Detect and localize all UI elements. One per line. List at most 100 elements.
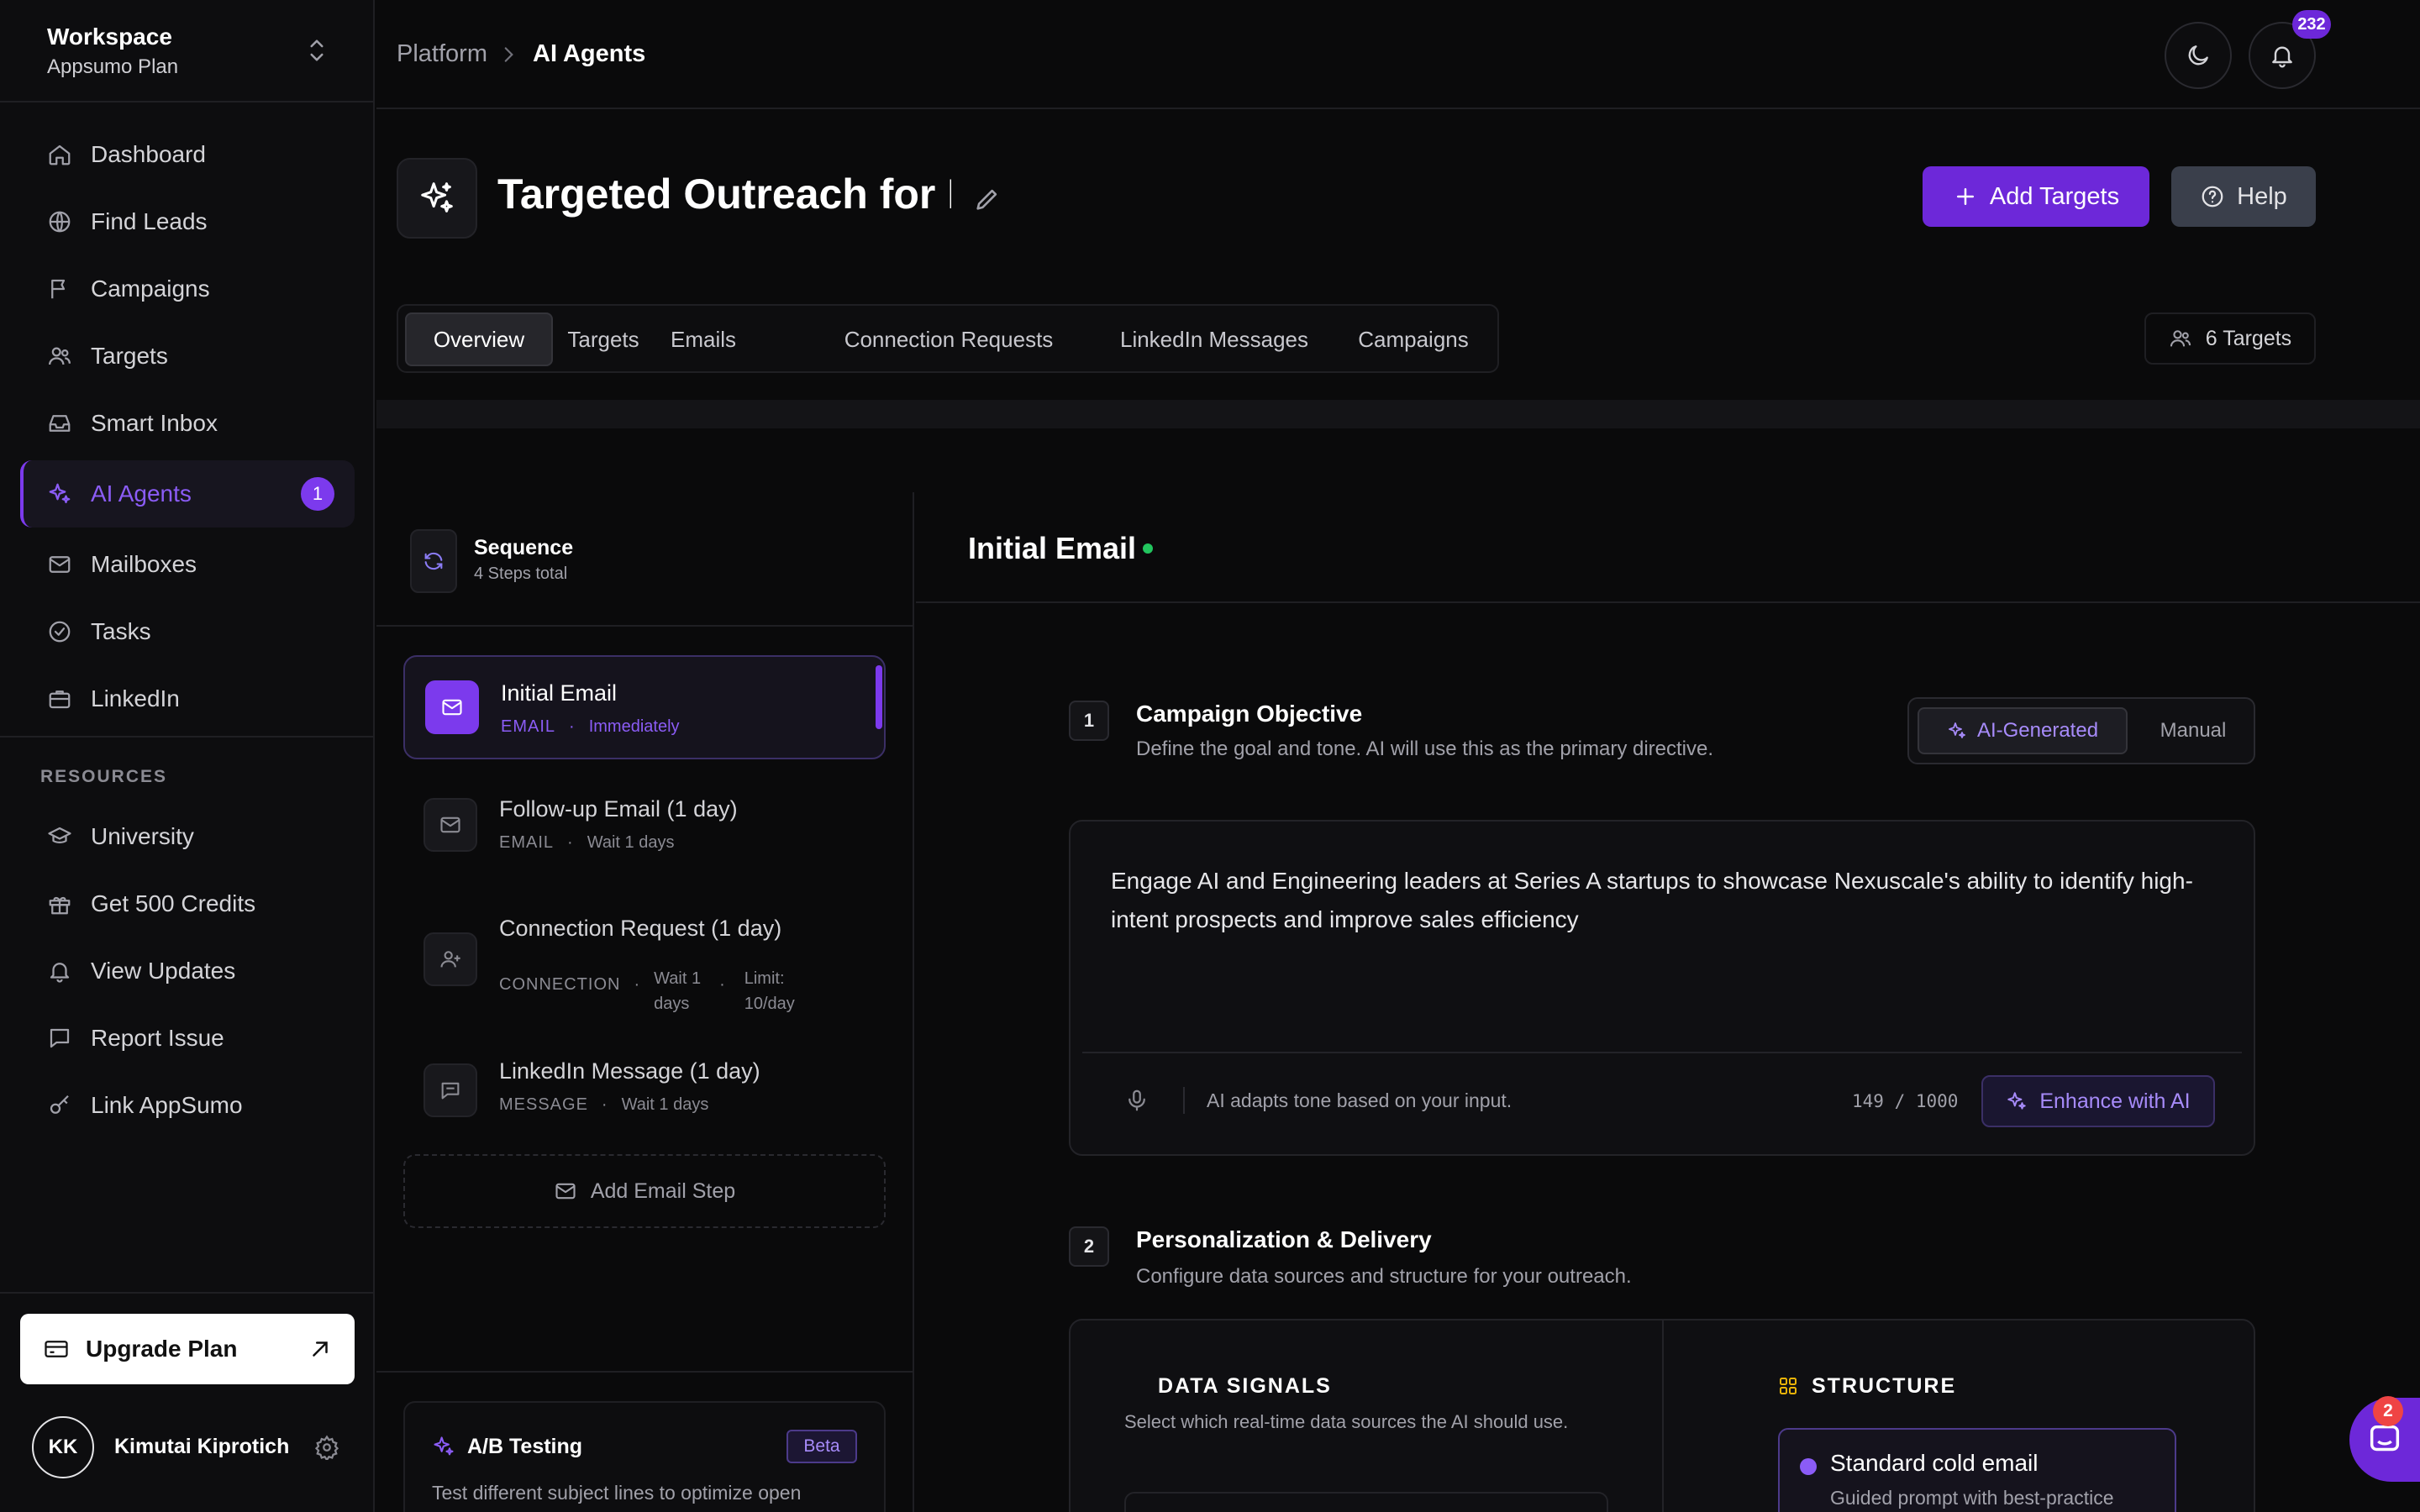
- upgrade-plan-button[interactable]: Upgrade Plan: [20, 1314, 355, 1384]
- personalization-subtitle: Configure data sources and structure for…: [1136, 1265, 1632, 1288]
- step-type: EMAIL: [499, 833, 555, 852]
- sequence-step-linkedin-message[interactable]: LinkedIn Message (1 day) MESSAGE · Wait 1 …: [403, 1042, 886, 1136]
- sidebar-item-mailboxes[interactable]: Mailboxes: [20, 533, 355, 596]
- divider: [1662, 1320, 1664, 1512]
- chevron-right-icon: [497, 44, 519, 66]
- step-title: Follow-up Email (1 day): [499, 796, 738, 822]
- sidebar-item-linkedin[interactable]: LinkedIn: [20, 667, 355, 731]
- enhance-label: Enhance with AI: [2039, 1089, 2191, 1113]
- sidebar-item-label: Report Issue: [91, 1025, 224, 1051]
- theme-toggle-button[interactable]: [2165, 22, 2232, 89]
- sidebar-item-find-leads[interactable]: Find Leads: [20, 190, 355, 254]
- campaign-objective-subtitle: Define the goal and tone. AI will use th…: [1136, 738, 1714, 760]
- radio-selected: [1800, 1458, 1817, 1475]
- sidebar-item-get-credits[interactable]: Get 500 Credits: [20, 872, 355, 936]
- bell-icon: [47, 958, 72, 984]
- sidebar-item-dashboard[interactable]: Dashboard: [20, 123, 355, 186]
- gear-icon[interactable]: [314, 1435, 339, 1460]
- step-timing: Immediately: [588, 717, 680, 736]
- add-targets-button[interactable]: Add Targets: [1923, 166, 2149, 227]
- status-indicator: [1143, 543, 1153, 554]
- message-icon: [424, 1063, 477, 1117]
- sidebar-item-view-updates[interactable]: View Updates: [20, 939, 355, 1003]
- step-timing-line: days: [654, 995, 690, 1013]
- tab-campaigns[interactable]: Campaigns: [1346, 312, 1481, 366]
- users-icon: [47, 344, 72, 369]
- chevrons-up-down-icon[interactable]: [304, 34, 329, 67]
- data-signals-title: DATA SIGNALS: [1158, 1374, 1332, 1398]
- sparkles-icon: [432, 1435, 455, 1458]
- sidebar-item-tasks[interactable]: Tasks: [20, 600, 355, 664]
- campaign-objective-title: Campaign Objective: [1136, 701, 1363, 727]
- sequence-title: Sequence: [474, 536, 574, 559]
- step-meta: MESSAGE · Wait 1 days: [499, 1095, 709, 1114]
- divider: [0, 101, 375, 102]
- objective-textarea[interactable]: Engage AI and Engineering leaders at Ser…: [1111, 862, 2220, 939]
- bell-icon: [2269, 42, 2296, 69]
- tab-targets[interactable]: Targets: [561, 312, 645, 366]
- structure-option-subtitle: Guided prompt with best-practice: [1830, 1487, 2114, 1509]
- divider: [1183, 1087, 1185, 1114]
- microphone-icon[interactable]: [1124, 1087, 1150, 1114]
- message-alert-icon: [47, 1026, 72, 1051]
- credit-card-icon: [44, 1336, 69, 1362]
- sidebar-item-smart-inbox[interactable]: Smart Inbox: [20, 391, 355, 455]
- step-type: MESSAGE: [499, 1095, 588, 1114]
- sequence-step-follow-up-email[interactable]: Follow-up Email (1 day) EMAIL · Wait 1 day…: [403, 778, 886, 879]
- divider: [916, 601, 2420, 603]
- tab-linkedin-messages[interactable]: LinkedIn Messages: [1109, 312, 1319, 366]
- notification-count-badge: 232: [2292, 10, 2331, 39]
- divider: [0, 1292, 375, 1294]
- sidebar-item-targets[interactable]: Targets: [20, 324, 355, 388]
- sidebar-item-link-appsumo[interactable]: Link AppSumo: [20, 1074, 355, 1137]
- step-meta: EMAIL · Immediately: [501, 717, 680, 736]
- tab-connection-requests[interactable]: Connection Requests: [835, 312, 1062, 366]
- divider: [0, 736, 375, 738]
- sidebar-item-label: Find Leads: [91, 208, 208, 234]
- sidebar-item-label: Smart Inbox: [91, 410, 218, 436]
- sparkles-icon: [47, 481, 72, 507]
- add-targets-label: Add Targets: [1989, 182, 2120, 210]
- breadcrumb-root[interactable]: Platform: [397, 40, 487, 68]
- sequence-step-initial-email[interactable]: Initial Email EMAIL · Immediately: [403, 655, 886, 759]
- sidebar-item-report-issue[interactable]: Report Issue: [20, 1006, 355, 1070]
- objective-mode-toggle: AI-Generated Manual: [1907, 697, 2255, 764]
- divider: [376, 1371, 914, 1373]
- chat-unread-badge: 2: [2373, 1396, 2403, 1426]
- tab-emails[interactable]: Emails: [657, 312, 750, 366]
- help-button[interactable]: Help: [2171, 166, 2316, 227]
- enhance-with-ai-button[interactable]: Enhance with AI: [1981, 1075, 2215, 1127]
- tab-overview[interactable]: Overview: [405, 312, 553, 366]
- help-label: Help: [2237, 182, 2287, 210]
- add-email-step-button[interactable]: Add Email Step: [403, 1154, 886, 1228]
- sidebar-item-ai-agents[interactable]: AI Agents 1: [20, 460, 355, 528]
- tab-bar: Overview Targets Emails Connection Reque…: [397, 304, 1499, 373]
- plus-icon: [1953, 184, 1990, 209]
- moon-icon: [2185, 42, 2212, 69]
- sparkles-icon: [2006, 1090, 2039, 1112]
- section-number: 1: [1069, 701, 1109, 741]
- sequence-step-connection-request[interactable]: Connection Request (1 day) CONNECTION · W…: [403, 897, 886, 1023]
- upgrade-plan-label: Upgrade Plan: [86, 1336, 238, 1362]
- inbox-icon: [47, 411, 72, 436]
- sidebar-item-campaigns[interactable]: Campaigns: [20, 257, 355, 321]
- manual-option[interactable]: Manual: [2141, 707, 2245, 754]
- mail-icon: [47, 552, 72, 577]
- targets-count-pill[interactable]: 6 Targets: [2144, 312, 2316, 365]
- sidebar-item-label: AI Agents: [91, 480, 192, 507]
- mail-icon: [424, 798, 477, 852]
- step-timing: Wait 1 days: [621, 1095, 709, 1114]
- avatar[interactable]: KK: [32, 1416, 94, 1478]
- pencil-icon[interactable]: [973, 185, 1002, 213]
- ai-generated-label: AI-Generated: [1976, 719, 2099, 742]
- sparkles-icon: [418, 179, 456, 218]
- active-step-indicator: [876, 665, 882, 729]
- step-title: Connection Request (1 day): [499, 916, 782, 941]
- page-title[interactable]: Targeted Outreach for B2B: [497, 170, 951, 218]
- data-signals-list[interactable]: [1124, 1492, 1608, 1512]
- arrow-up-right-icon: [308, 1336, 333, 1362]
- globe-icon: [47, 209, 72, 234]
- structure-title: STRUCTURE: [1812, 1374, 1957, 1398]
- ai-generated-option[interactable]: AI-Generated: [1918, 707, 2128, 754]
- sidebar-item-university[interactable]: University: [20, 805, 355, 869]
